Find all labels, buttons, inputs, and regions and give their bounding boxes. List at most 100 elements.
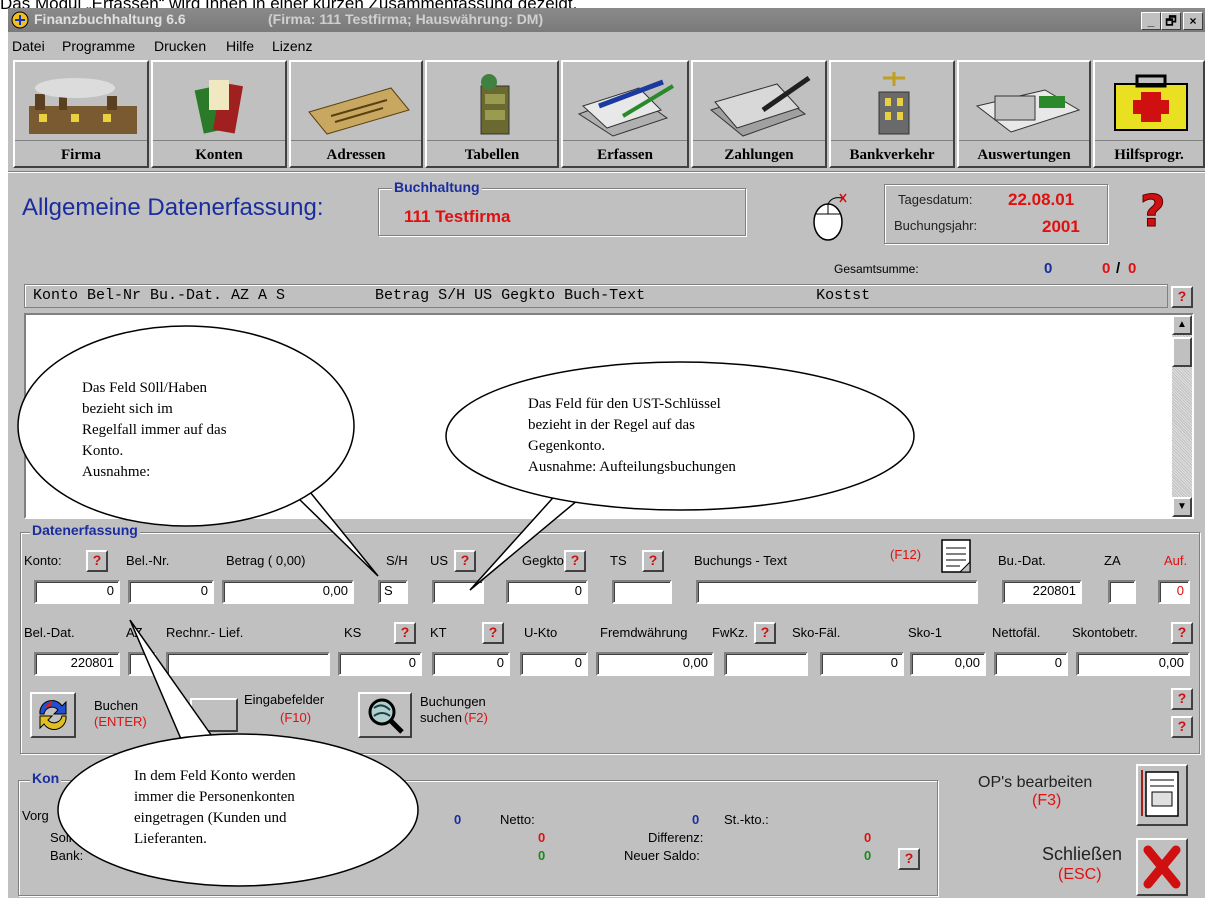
toolbar-firma-label: Firma [15, 140, 147, 164]
schliessen-button[interactable] [1136, 838, 1188, 896]
toolbar-zahlungen-button[interactable]: Zahlungen [691, 60, 827, 168]
list-header: Konto Bel-Nr Bu.-Dat. AZ A S Betrag S/H … [24, 284, 1168, 308]
help-question-icon[interactable]: ? [1138, 186, 1176, 232]
konto-field[interactable]: 0 [34, 580, 120, 604]
buchungen-suchen-button[interactable] [358, 692, 412, 738]
list-scrollbar[interactable]: ▲ ▼ [1172, 315, 1192, 517]
menu-hilfe[interactable]: Hilfe [226, 38, 254, 54]
us-help-button[interactable]: ? [454, 550, 476, 572]
search-magnifier-icon [368, 698, 404, 734]
betrag-field[interactable]: 0,00 [222, 580, 354, 604]
close-x-icon [1143, 845, 1181, 889]
fwkz-field[interactable] [724, 652, 808, 676]
toolbar-konten-label: Konten [153, 140, 285, 164]
fwkz-help-button[interactable]: ? [754, 622, 776, 644]
nettofael-label: Nettofäl. [992, 625, 1041, 640]
toolbar-firma-button[interactable]: Firma [13, 60, 149, 168]
scroll-down-arrow-icon[interactable]: ▼ [1172, 497, 1192, 517]
ts-field[interactable] [612, 580, 672, 604]
svg-text:?: ? [1140, 186, 1166, 232]
gegkto-field[interactable]: 0 [506, 580, 588, 604]
count-separator: / [1116, 260, 1121, 277]
op-bearbeiten-button[interactable] [1136, 764, 1188, 826]
rechnr-field[interactable] [166, 652, 330, 676]
menu-datei[interactable]: Datei [12, 38, 45, 54]
callout-line: Gegenkonto. [528, 438, 606, 454]
auf-field[interactable]: 0 [1158, 580, 1190, 604]
nettofael-field[interactable]: 0 [994, 652, 1068, 676]
list-help-button[interactable]: ? [1171, 286, 1193, 308]
ks-help-button[interactable]: ? [394, 622, 416, 644]
az-field[interactable] [128, 652, 156, 676]
toolbar-tabellen-button[interactable]: Tabellen [425, 60, 559, 168]
mouse-icon[interactable] [806, 192, 852, 244]
budat-label: Bu.-Dat. [998, 553, 1046, 568]
close-window-button[interactable]: × [1183, 12, 1203, 30]
ukto-label: U-Kto [524, 625, 558, 640]
gegkto-help-button[interactable]: ? [564, 550, 586, 572]
ks-field[interactable]: 0 [338, 652, 422, 676]
ukto-field[interactable]: 0 [520, 652, 588, 676]
buchungstext-field[interactable] [696, 580, 978, 604]
neuer-saldo-label: Neuer Saldo: [624, 848, 700, 863]
budat-field[interactable]: 220801 [1002, 580, 1082, 604]
beldat-field[interactable]: 220801 [34, 652, 120, 676]
kt-field[interactable]: 0 [432, 652, 510, 676]
scroll-thumb[interactable] [1172, 337, 1192, 367]
sh-field[interactable]: S [378, 580, 408, 604]
buchen-label: Buchen [94, 698, 139, 713]
callout-line: Ausnahme: [82, 464, 151, 480]
toolbar-hilfsprogr-button[interactable]: Hilfsprogr. [1093, 60, 1205, 168]
konto-info-help-button[interactable]: ? [898, 848, 920, 870]
us-field[interactable] [432, 580, 484, 604]
konto-help-button[interactable]: ? [86, 550, 108, 572]
scroll-up-arrow-icon[interactable]: ▲ [1172, 315, 1192, 335]
menu-lizenz[interactable]: Lizenz [272, 38, 312, 54]
kt-help-button[interactable]: ? [482, 622, 504, 644]
az-label: AZ [126, 625, 143, 640]
callout-line: Ausnahme: Aufteilungsbuchungen [528, 459, 736, 475]
toolbar-auswertungen-button[interactable]: Auswertungen [957, 60, 1091, 168]
skofael-field[interactable]: 0 [820, 652, 904, 676]
count-value: 0 [1102, 260, 1111, 277]
filing-cabinet-icon [480, 74, 510, 135]
menu-programme[interactable]: Programme [62, 38, 135, 54]
belnr-field[interactable]: 0 [128, 580, 214, 604]
buchen-key: (ENTER) [94, 714, 147, 729]
beldat-label: Bel.-Dat. [24, 625, 75, 640]
skofael-label: Sko-Fäl. [792, 625, 841, 640]
extra-help-button-1[interactable]: ? [1171, 688, 1193, 710]
fremdwaehrung-field[interactable]: 0,00 [596, 652, 714, 676]
sko1-field[interactable]: 0,00 [910, 652, 986, 676]
skontobetr-field[interactable]: 0,00 [1076, 652, 1190, 676]
menu-drucken[interactable]: Drucken [154, 38, 206, 54]
bank-label: Bank: [50, 848, 84, 863]
eingabefelder-button[interactable] [190, 698, 238, 732]
toolbar-adressen-button[interactable]: Adressen [289, 60, 423, 168]
bank-building-icon [878, 72, 910, 135]
eingabefelder-label: Eingabefelder [244, 692, 325, 707]
document-list-icon [1141, 770, 1179, 817]
ts-label: TS [610, 553, 627, 568]
buchen-button[interactable] [30, 692, 76, 738]
toolbar-konten-button[interactable]: Konten [151, 60, 287, 168]
skontobetr-help-button[interactable]: ? [1171, 622, 1193, 644]
za-field[interactable] [1108, 580, 1136, 604]
restore-button[interactable]: 🗗 [1161, 12, 1181, 30]
minimize-button[interactable]: _ [1141, 12, 1161, 30]
page-title: Allgemeine Datenerfassung: [22, 194, 324, 221]
za-label: ZA [1104, 553, 1121, 568]
callout-line: bezieht sich im [82, 401, 173, 417]
callout-line: eingetragen (Kunden und [134, 810, 287, 826]
toolbar-bankverkehr-button[interactable]: Bankverkehr [829, 60, 955, 168]
toolbar-erfassen-button[interactable]: Erfassen [561, 60, 689, 168]
extra-help-button-2[interactable]: ? [1171, 716, 1193, 738]
ts-help-button[interactable]: ? [642, 550, 664, 572]
money-pen-icon [709, 75, 811, 137]
zahlungen-label: ngen: [344, 848, 377, 863]
cycle-arrows-icon [39, 700, 67, 730]
factory-icon [29, 78, 137, 134]
document-note-icon[interactable] [940, 538, 974, 576]
pen-papers-icon [577, 79, 675, 137]
gesamtsumme-value: 0 [1044, 260, 1053, 277]
